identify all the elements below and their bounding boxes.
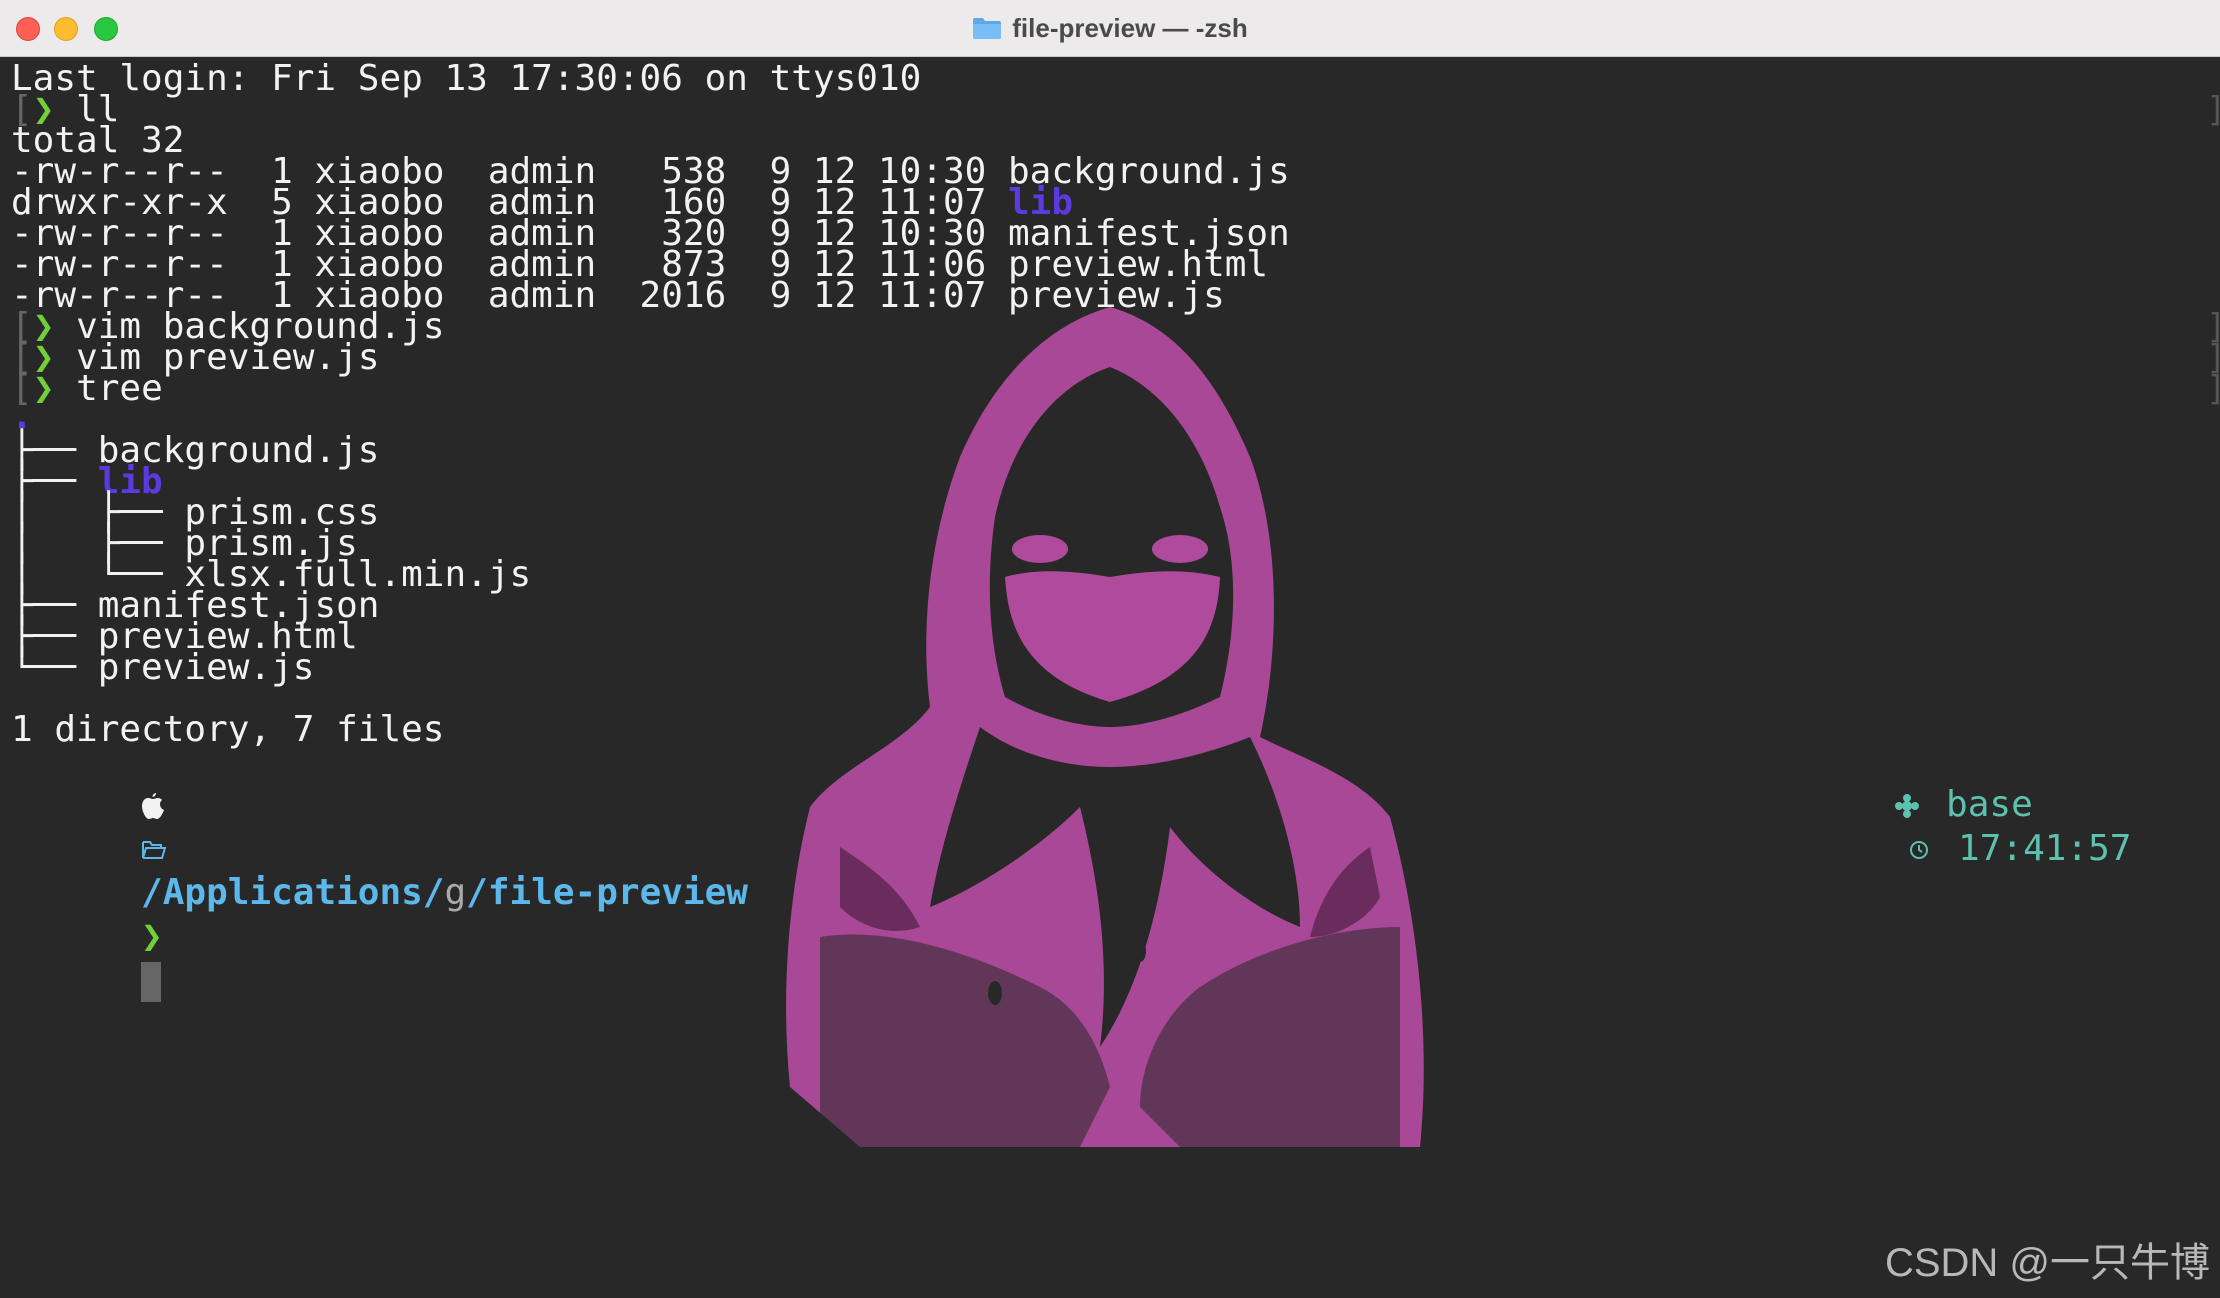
- right-bracket: ]: [2206, 367, 2220, 411]
- last-login-line: Last login: Fri Sep 13 17:30:06 on ttys0…: [11, 58, 922, 99]
- clock-time: 17:41:57: [1958, 828, 2132, 869]
- folder-open-icon: [142, 841, 167, 859]
- path-abbrev: g: [444, 872, 467, 913]
- path-cwd: file-preview: [487, 872, 748, 913]
- terminal-content[interactable]: Last login: Fri Sep 13 17:30:06 on ttys0…: [0, 57, 2220, 1298]
- tree-filename: preview.js: [97, 647, 315, 688]
- window-title-wrap: file-preview — -zsh: [0, 0, 2220, 56]
- watermark: CSDN @一只牛博: [1884, 1241, 2210, 1285]
- command-text: tree: [76, 368, 163, 409]
- prompt-symbol: ❯: [32, 368, 55, 409]
- conda-env-icon: [1895, 794, 1920, 818]
- env-name: base: [1946, 784, 2033, 825]
- title-bar: file-preview — -zsh: [0, 0, 2220, 57]
- folder-icon: [973, 18, 1002, 39]
- tree-item: └── preview.js: [11, 646, 314, 690]
- text-cursor: [141, 962, 162, 1002]
- tree-branch: └──: [11, 647, 98, 688]
- command-line-tree: [❯ tree: [11, 368, 163, 409]
- hooded-figure-background: [786, 307, 1424, 1147]
- apple-icon: [142, 793, 165, 819]
- path-root: /Applications/: [141, 872, 445, 913]
- prompt-symbol: ❯: [141, 916, 163, 957]
- right-prompt: base 17:41:57: [1764, 739, 2131, 869]
- clock-icon: [1910, 841, 1929, 859]
- right-bracket: ]: [2206, 88, 2220, 132]
- window-title: file-preview — -zsh: [1012, 12, 1248, 43]
- terminal-window: file-preview — -zsh Last login: Fri Sep …: [0, 0, 2220, 1298]
- path-separator: /: [466, 872, 488, 913]
- listing-filename: preview.js: [1008, 275, 1225, 316]
- prompt-line[interactable]: /Applications/g/file-preview ❯: [11, 739, 748, 1002]
